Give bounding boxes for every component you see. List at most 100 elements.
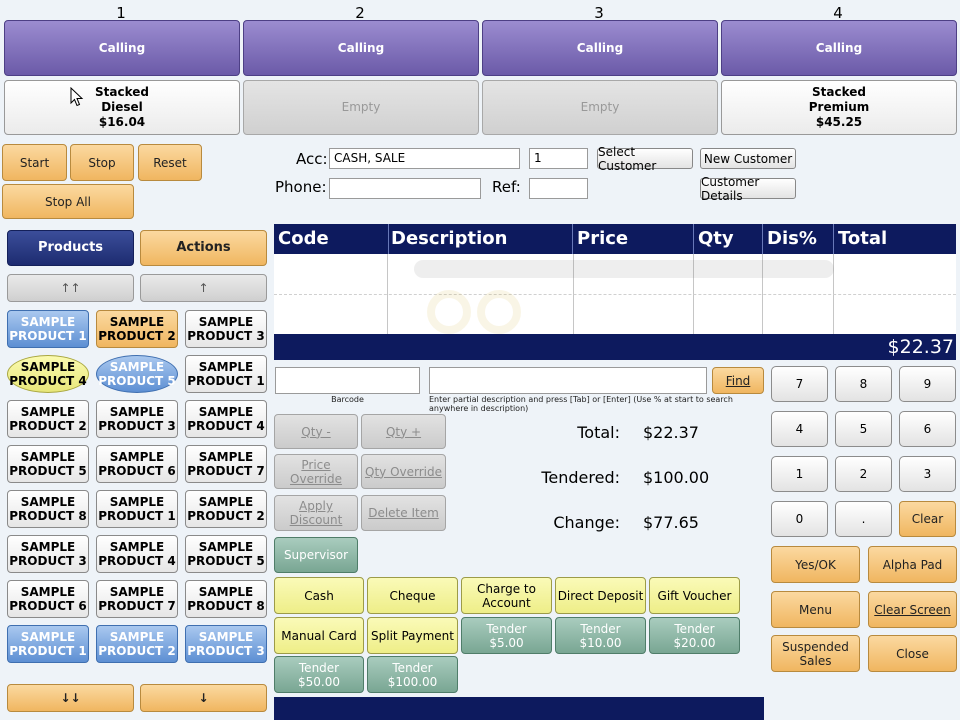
- search-hint: Enter partial description and press [Tab…: [429, 395, 733, 413]
- keypad-key[interactable]: 5: [835, 411, 892, 447]
- product-button[interactable]: SAMPLE PRODUCT 1: [7, 625, 89, 663]
- tender-20-button[interactable]: Tender $20.00: [649, 617, 740, 654]
- pump-sale-button[interactable]: Empty: [243, 80, 479, 135]
- tender-5-button[interactable]: Tender $5.00: [461, 617, 552, 654]
- close-button[interactable]: Close: [868, 635, 957, 672]
- delete-item-button[interactable]: Delete Item: [361, 495, 446, 531]
- product-button[interactable]: SAMPLE PRODUCT 1: [185, 355, 267, 393]
- watermark-logo-icon: [414, 260, 834, 334]
- product-button[interactable]: SAMPLE PRODUCT 1: [7, 310, 89, 348]
- product-button[interactable]: SAMPLE PRODUCT 8: [7, 490, 89, 528]
- reset-button[interactable]: Reset: [138, 144, 202, 181]
- keypad-key[interactable]: 8: [835, 366, 892, 402]
- ref-field[interactable]: [529, 178, 588, 199]
- product-button[interactable]: SAMPLE PRODUCT 3: [7, 535, 89, 573]
- product-button[interactable]: SAMPLE PRODUCT 2: [185, 490, 267, 528]
- stop-all-button[interactable]: Stop All: [2, 184, 134, 219]
- product-button[interactable]: SAMPLE PRODUCT 2: [96, 625, 178, 663]
- customer-details-button[interactable]: Customer Details: [700, 175, 796, 203]
- keypad-key[interactable]: 6: [899, 411, 956, 447]
- new-customer-button[interactable]: New Customer: [700, 148, 796, 169]
- product-button[interactable]: SAMPLE PRODUCT 8: [185, 580, 267, 618]
- product-button[interactable]: SAMPLE PRODUCT 1: [96, 490, 178, 528]
- direct-deposit-button[interactable]: Direct Deposit: [555, 577, 646, 614]
- clear-key[interactable]: Clear: [899, 501, 956, 537]
- start-button[interactable]: Start: [2, 144, 67, 181]
- tendered-value: $100.00: [643, 468, 710, 487]
- keypad-key[interactable]: 4: [771, 411, 828, 447]
- phone-field[interactable]: [329, 178, 481, 199]
- yes-ok-button[interactable]: Yes/OK: [771, 546, 860, 583]
- charge-to-account-button[interactable]: Charge to Account: [461, 577, 552, 614]
- alpha-pad-button[interactable]: Alpha Pad: [868, 546, 957, 583]
- qty-minus-button[interactable]: Qty -: [274, 414, 358, 449]
- product-button[interactable]: SAMPLE PRODUCT 3: [96, 400, 178, 438]
- product-button[interactable]: SAMPLE PRODUCT 5: [185, 535, 267, 573]
- double-up-arrow-icon: ↑↑: [60, 281, 81, 295]
- keypad-key[interactable]: 1: [771, 456, 828, 492]
- tendered-label: Tendered:: [541, 468, 620, 487]
- barcode-field[interactable]: [275, 367, 420, 394]
- product-button[interactable]: SAMPLE PRODUCT 4: [185, 400, 267, 438]
- product-button[interactable]: SAMPLE PRODUCT 7: [185, 445, 267, 483]
- keypad-key[interactable]: 7: [771, 366, 828, 402]
- pump-sale-type: Stacked: [812, 85, 866, 99]
- stop-button[interactable]: Stop: [70, 144, 134, 181]
- keypad-key[interactable]: 9: [899, 366, 956, 402]
- product-button[interactable]: SAMPLE PRODUCT 4: [7, 355, 89, 393]
- pump-status-button[interactable]: Calling: [243, 20, 479, 76]
- qty-plus-button[interactable]: Qty +: [361, 414, 446, 449]
- scroll-page-up-button[interactable]: ↑↑: [7, 274, 134, 302]
- clear-screen-button[interactable]: Clear Screen: [868, 591, 957, 628]
- pump-status-button[interactable]: Calling: [482, 20, 718, 76]
- table-header: Code Description Price Qty Dis% Total: [274, 224, 956, 254]
- split-payment-button[interactable]: Split Payment: [367, 617, 458, 654]
- product-button[interactable]: SAMPLE PRODUCT 3: [185, 625, 267, 663]
- account-field[interactable]: CASH, SALE: [329, 148, 520, 169]
- tab-actions[interactable]: Actions: [140, 230, 267, 266]
- qty-override-button[interactable]: Qty Override: [361, 454, 446, 489]
- keypad-key[interactable]: 2: [835, 456, 892, 492]
- product-button[interactable]: SAMPLE PRODUCT 2: [7, 400, 89, 438]
- keypad-key[interactable]: 3: [899, 456, 956, 492]
- scroll-up-button[interactable]: ↑: [140, 274, 267, 302]
- product-button[interactable]: SAMPLE PRODUCT 4: [96, 535, 178, 573]
- product-button[interactable]: SAMPLE PRODUCT 6: [7, 580, 89, 618]
- pump-sale-button[interactable]: Empty: [482, 80, 718, 135]
- pump-status-button[interactable]: Calling: [4, 20, 240, 76]
- tender-100-button[interactable]: Tender $100.00: [367, 656, 458, 693]
- scroll-page-down-button[interactable]: ↓↓: [7, 684, 134, 712]
- pump-status-button[interactable]: Calling: [721, 20, 957, 76]
- product-button[interactable]: SAMPLE PRODUCT 6: [96, 445, 178, 483]
- apply-discount-button[interactable]: Apply Discount: [274, 495, 358, 531]
- manual-card-button[interactable]: Manual Card: [274, 617, 364, 654]
- supervisor-button[interactable]: Supervisor: [274, 537, 358, 573]
- product-button[interactable]: SAMPLE PRODUCT 3: [185, 310, 267, 348]
- tender-label: Tender: [392, 660, 433, 675]
- product-button[interactable]: SAMPLE PRODUCT 7: [96, 580, 178, 618]
- description-search-field[interactable]: [429, 367, 707, 394]
- keypad-key[interactable]: 0: [771, 501, 828, 537]
- keypad-key[interactable]: .: [835, 501, 892, 537]
- tender-50-button[interactable]: Tender $50.00: [274, 656, 364, 693]
- product-button[interactable]: SAMPLE PRODUCT 5: [96, 355, 178, 393]
- tender-10-button[interactable]: Tender $10.00: [555, 617, 646, 654]
- scroll-down-button[interactable]: ↓: [140, 684, 267, 712]
- account-qty-field[interactable]: 1: [529, 148, 588, 169]
- price-override-button[interactable]: Price Override: [274, 454, 358, 489]
- table-body[interactable]: [274, 254, 956, 334]
- suspended-sales-button[interactable]: Suspended Sales: [771, 635, 860, 672]
- cheque-button[interactable]: Cheque: [367, 577, 458, 614]
- cash-button[interactable]: Cash: [274, 577, 364, 614]
- tab-products[interactable]: Products: [7, 230, 134, 266]
- select-customer-button[interactable]: Select Customer: [597, 145, 693, 173]
- find-button[interactable]: Find: [712, 367, 764, 394]
- pump-sale-amount: $45.25: [815, 115, 863, 129]
- product-button[interactable]: SAMPLE PRODUCT 2: [96, 310, 178, 348]
- product-button[interactable]: SAMPLE PRODUCT 5: [7, 445, 89, 483]
- pump-sale-button[interactable]: Stacked Premium $45.25: [721, 80, 957, 135]
- gift-voucher-button[interactable]: Gift Voucher: [649, 577, 740, 614]
- pump-sale-button[interactable]: Stacked Diesel $16.04: [4, 80, 240, 135]
- menu-button[interactable]: Menu: [771, 591, 860, 628]
- pump-empty-label: Empty: [580, 100, 620, 114]
